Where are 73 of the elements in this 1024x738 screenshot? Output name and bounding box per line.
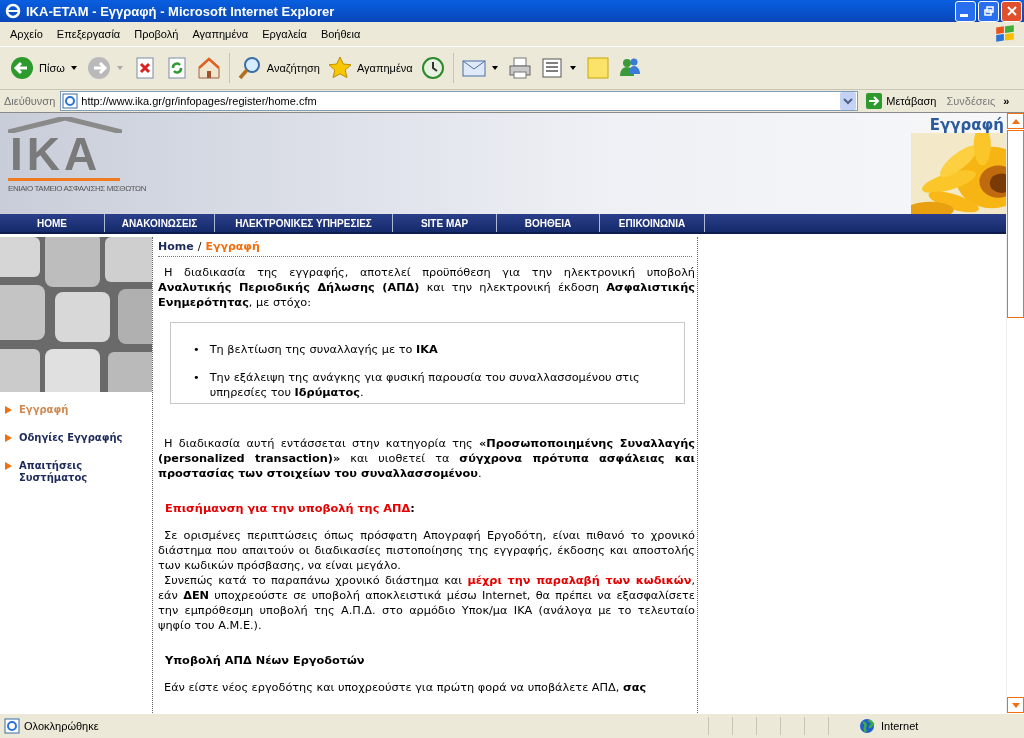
page-icon <box>62 93 79 109</box>
caret-icon[interactable] <box>70 66 77 70</box>
scroll-down-icon[interactable] <box>1011 702 1020 708</box>
toolbar-button[interactable]: Αναζήτηση <box>233 54 324 82</box>
page-icon <box>4 718 20 734</box>
sidebar-link[interactable]: Απαιτήσεις Συστήματος <box>5 460 125 484</box>
breadcrumb-link[interactable]: Home <box>158 239 194 254</box>
nav-link[interactable]: HOME <box>0 214 105 232</box>
printer-icon <box>507 56 532 80</box>
arrow-icon <box>866 93 883 109</box>
triangle-icon <box>5 434 12 442</box>
heading: Επισήμανση για την υποβολή της ΑΠΔ: <box>164 501 416 516</box>
paragraph: Η διαδικασία αυτή εντάσσεται στην κατηγορία της «Προσωποποιημένης Συναλλαγής (personalized transaction)» και υιοθετεί τα σύγχρονα πρότυπα ασφάλειας και προστασίας των στοιχείων του συναλλασσομένου. <box>158 436 696 481</box>
caret-icon[interactable] <box>569 66 576 70</box>
page-title: Εγγραφή <box>929 116 1004 134</box>
search-icon <box>237 56 262 80</box>
links-label[interactable]: Συνδέσεις <box>946 95 996 107</box>
document-icon <box>539 56 564 80</box>
nav-link[interactable]: SITE MAP <box>393 214 497 232</box>
globe-icon <box>859 718 875 734</box>
house-icon <box>196 56 221 80</box>
breadcrumb-separator: / <box>197 239 202 254</box>
url-text: http://www.ika.gr/gr/infopages/register/home.cfm <box>81 95 317 107</box>
paragraph: Εάν είστε νέος εργοδότης και υποχρεούστε για πρώτη φορά να υποβάλετε ΑΠΔ, σας <box>163 680 648 695</box>
nav-link[interactable]: ΕΠΙΚΟΙΝΩΝΙΑ <box>600 214 705 232</box>
close-button[interactable] <box>1001 0 1022 22</box>
menu-item[interactable]: Αγαπημένα <box>186 28 257 40</box>
menu-item[interactable]: Επεξεργασία <box>50 28 129 40</box>
list-item: Την εξάλειψη της ανάγκης για φυσική παρουσία του συναλλασσομένου στις υπηρεσίες του Ιδρύματος. <box>209 370 641 400</box>
chevron-button[interactable]: » <box>1003 95 1010 107</box>
paragraph: Η διαδικασία της εγγραφής, αποτελεί προϋπόθεση για την ηλεκτρονική υποβολή Αναλυτικής Περιοδικής Δήλωσης (ΑΠΔ) και την ηλεκτρονική έκδοση Ασφαλιστικής Ενημερότητας, με στόχο: <box>158 265 696 310</box>
heading: Υποβολή ΑΠΔ Νέων Εργοδοτών <box>164 653 366 668</box>
paragraph: Σε ορισμένες περιπτώσεις όπως πρόσφατη Απογραφή Εργοδότη, είναι πιθανό το χρονικό διάστημα που απαιτούν οι διαδικασίες πιστοποίησης της εγγραφής, έκδοσης και αποστολής των κωδικών πρόσβασης, να είναι μεγάλο. <box>158 528 696 573</box>
paragraph: Συνεπώς κατά το παραπάνω χρονικό διάστημα και μέχρι την παραλαβή των κωδικών, εάν ΔΕΝ υποχρεούστε σε υποβολή αποκλειστικά μέσω Internet, θα πρέπει να εξασφαλίσετε την εμπρόθεσμη υποβολή της Α.Π.Δ. στο αρμόδιο Υποκ/μα ΙΚΑ (ανάλογα με το τελευταίο ψηφίο του Α.Μ.Ε.). <box>158 573 696 633</box>
minimize-icon <box>960 13 968 17</box>
toolbar-button[interactable]: Αγαπημένα <box>323 54 417 82</box>
triangle-icon <box>5 462 12 470</box>
logo-text: ΙΚΑ <box>9 133 103 175</box>
menu-item[interactable]: Βοήθεια <box>314 28 369 40</box>
windows-flag-icon <box>994 24 1016 44</box>
restore-icon <box>983 6 994 16</box>
scroll-thumb[interactable] <box>1007 130 1024 318</box>
breadcrumb-current: Εγγραφή <box>205 239 260 254</box>
roof-icon <box>8 117 122 133</box>
menu-item[interactable]: Προβολή <box>128 28 187 40</box>
minimize-button[interactable] <box>955 0 976 22</box>
nav-link[interactable]: ΒΟΗΘΕΙΑ <box>497 214 600 232</box>
toolbar-button[interactable]: Πίσω <box>6 54 69 82</box>
star-icon <box>327 56 352 80</box>
zone-label: Internet <box>881 720 919 732</box>
logo-caption: ΕΝΙΑΙΟ ΤΑΜΕΙΟ ΑΣΦΑΛΙΣΗΣ ΜΙΣΘΩΤΩΝ <box>8 183 146 194</box>
address-field[interactable]: http://www.ika.gr/gr/infopages/register/home.cfm <box>60 91 859 111</box>
address-label: Διεύθυνση <box>4 95 56 107</box>
sidebar-link[interactable]: Οδηγίες Εγγραφής <box>5 432 125 444</box>
scroll-up-icon[interactable] <box>1011 118 1020 124</box>
go-button[interactable]: Μετάβαση <box>862 93 941 109</box>
browser-logo-icon <box>5 3 21 19</box>
bullet: • <box>193 370 200 386</box>
restore-button[interactable] <box>978 0 999 22</box>
bullet: • <box>193 342 200 357</box>
menu-item[interactable]: Αρχείο <box>4 28 51 40</box>
nav-link[interactable]: ΗΛΕΚΤΡΟΝΙΚΕΣ ΥΠΗΡΕΣΙΕΣ <box>215 214 393 232</box>
close-icon <box>1006 6 1017 16</box>
status-text: Ολοκληρώθηκε <box>24 720 99 732</box>
clock-icon <box>420 56 445 80</box>
nav-link[interactable]: ΑΝΑΚΟΙΝΩΣΕΙΣ <box>105 214 215 232</box>
menu-item[interactable]: Εργαλεία <box>256 28 315 40</box>
caret-icon[interactable] <box>491 66 498 70</box>
triangle-icon <box>5 406 12 414</box>
note-icon <box>585 56 610 80</box>
window-title: IKA-ETAM - Εγγραφή - Microsoft Internet Explorer <box>26 3 336 19</box>
list-item: Τη βελτίωση της συναλλαγής με το ΙΚΑ <box>209 342 438 357</box>
scrollbar[interactable] <box>1006 113 1024 713</box>
